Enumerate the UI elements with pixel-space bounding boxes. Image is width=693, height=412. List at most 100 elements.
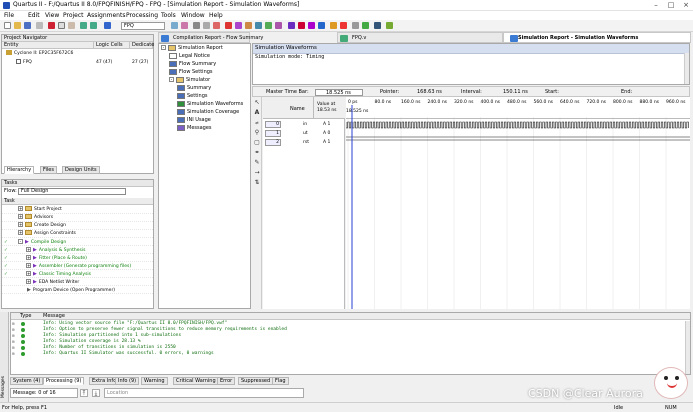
wave-in[interactable] bbox=[346, 121, 689, 129]
waveform-editing-tool-icon[interactable]: ⇄ bbox=[253, 119, 261, 127]
expand-icon[interactable]: + bbox=[18, 206, 23, 211]
analyze-icon[interactable] bbox=[265, 22, 272, 29]
timing-analysis-icon[interactable] bbox=[330, 22, 337, 29]
timing-icon[interactable] bbox=[245, 22, 252, 29]
ip-icon[interactable] bbox=[255, 22, 262, 29]
task-row[interactable]: ▶ Program Device (Open Programmer) bbox=[2, 286, 153, 294]
menu-tools[interactable]: Tools bbox=[161, 11, 176, 20]
report-tree-item[interactable]: - Simulation Report bbox=[159, 44, 250, 52]
new-file-icon[interactable] bbox=[4, 22, 11, 29]
start-analysis-icon[interactable] bbox=[308, 22, 315, 29]
project-icon[interactable] bbox=[171, 22, 178, 29]
replace-icon[interactable]: ✎ bbox=[253, 159, 261, 167]
message-tab[interactable]: Critical Warning bbox=[173, 377, 219, 385]
report-tree-item[interactable]: Settings bbox=[159, 92, 250, 100]
task-row[interactable]: ✓ + ▶ Classic Timing Analysis bbox=[2, 270, 153, 278]
compile-icon[interactable] bbox=[288, 22, 295, 29]
selection-tool-icon[interactable]: ↖ bbox=[253, 99, 261, 107]
previous-message-icon[interactable]: ⤒ bbox=[80, 389, 88, 397]
menu-edit[interactable]: Edit bbox=[28, 11, 40, 20]
collapse-icon[interactable]: - bbox=[18, 239, 23, 244]
expand-icon[interactable]: + bbox=[26, 279, 31, 284]
message-tab[interactable]: Flag bbox=[272, 377, 289, 385]
programmer-icon[interactable] bbox=[374, 22, 381, 29]
stop-process-icon[interactable] bbox=[298, 22, 305, 29]
copy-icon[interactable] bbox=[58, 22, 65, 29]
hierarchy-icon[interactable] bbox=[181, 22, 188, 29]
chip-planner-icon[interactable] bbox=[203, 22, 210, 29]
col-entity[interactable]: Entity bbox=[2, 42, 94, 49]
menu-help[interactable]: Help bbox=[209, 11, 223, 20]
save-icon[interactable] bbox=[24, 22, 31, 29]
task-row[interactable]: ✓ - ▶ Compile Design bbox=[2, 238, 153, 246]
sort-icon[interactable]: ⇅ bbox=[253, 179, 261, 187]
tab-design-units[interactable]: Design Units bbox=[62, 166, 100, 174]
task-row[interactable]: + Assign Constraints bbox=[2, 230, 153, 238]
expand-icon[interactable]: + bbox=[18, 222, 23, 227]
report-tree-item[interactable]: Flow Settings bbox=[159, 68, 250, 76]
zoom-tool-icon[interactable]: ⚲ bbox=[253, 129, 261, 137]
expand-icon[interactable]: + bbox=[18, 230, 23, 235]
stop-icon[interactable] bbox=[213, 22, 220, 29]
master-time-value[interactable]: 18.525 ns bbox=[315, 89, 363, 96]
assignment-editor-icon[interactable] bbox=[225, 22, 232, 29]
task-row[interactable]: + ▶ EDA Netlist Writer bbox=[2, 278, 153, 286]
cut-icon[interactable] bbox=[48, 22, 55, 29]
minimize-button[interactable]: – bbox=[649, 0, 663, 11]
task-row[interactable]: ✓ + ▶ Fitter (Place & Route) bbox=[2, 254, 153, 262]
signal-row[interactable]: 0 in A 1 bbox=[263, 121, 345, 130]
pin-planner-icon[interactable] bbox=[235, 22, 242, 29]
task-row[interactable]: + Start Project bbox=[2, 206, 153, 214]
waveform-canvas[interactable]: 0 ps 80.0 ns 160.0 ns 240.0 ns 320.0 ns 400.0… bbox=[346, 97, 690, 309]
expand-icon[interactable]: + bbox=[26, 271, 31, 276]
expand-icon[interactable]: + bbox=[26, 255, 31, 260]
task-row[interactable]: + Advisors bbox=[2, 214, 153, 222]
message-tab[interactable]: Suppressed bbox=[238, 377, 274, 385]
next-message-icon[interactable]: ⤓ bbox=[92, 389, 100, 397]
maximize-button[interactable]: □ bbox=[664, 0, 678, 11]
expand-icon[interactable]: + bbox=[18, 214, 23, 219]
messages-scrollbar[interactable] bbox=[685, 321, 690, 374]
open-file-icon[interactable] bbox=[14, 22, 21, 29]
floating-avatar-widget[interactable] bbox=[654, 367, 688, 399]
tree-row-device[interactable]: Cyclone II: EP2C35F672C6 bbox=[6, 50, 73, 58]
menu-view[interactable]: View bbox=[45, 11, 59, 20]
report-tree-item[interactable]: - Simulator bbox=[159, 76, 250, 84]
paste-icon[interactable] bbox=[68, 22, 75, 29]
message-tab[interactable]: Error bbox=[217, 377, 236, 385]
snap-icon[interactable]: → bbox=[253, 169, 261, 177]
report-tree-item[interactable]: Summary bbox=[159, 84, 250, 92]
tab-fpq-v[interactable]: FPQ.v bbox=[337, 32, 503, 43]
find-icon[interactable]: ⚭ bbox=[253, 149, 261, 157]
redo-icon[interactable] bbox=[90, 22, 97, 29]
help-icon[interactable] bbox=[104, 22, 111, 29]
signal-row[interactable]: 2 rst A 1 bbox=[263, 139, 345, 148]
waveform-display[interactable]: 0 ps 80.0 ns 160.0 ns 240.0 ns 320.0 ns 400.0… bbox=[346, 97, 690, 309]
fullscreen-icon[interactable]: ▢ bbox=[253, 139, 261, 147]
signal-row[interactable]: 1 ut A 0 bbox=[263, 130, 345, 139]
expand-icon[interactable]: ⊞ bbox=[12, 351, 14, 357]
tab-compilation-report[interactable]: Compilation Report - Flow Summary bbox=[158, 32, 263, 43]
report-tree-item[interactable]: Simulation Waveforms bbox=[159, 100, 250, 108]
report-tree-item[interactable]: Legal Notice bbox=[159, 52, 250, 60]
message-tab[interactable]: Processing (9) bbox=[43, 377, 85, 385]
location-field[interactable]: Location bbox=[104, 388, 304, 398]
compilation-report-icon[interactable] bbox=[352, 22, 359, 29]
simulate-icon[interactable] bbox=[340, 22, 347, 29]
menu-project[interactable]: Project bbox=[63, 11, 84, 20]
expand-icon[interactable]: + bbox=[26, 247, 31, 252]
expand-icon[interactable]: + bbox=[26, 263, 31, 268]
menu-window[interactable]: Window bbox=[181, 11, 205, 20]
menu-processing[interactable]: Processing bbox=[126, 11, 158, 20]
collapse-icon[interactable]: - bbox=[169, 77, 174, 82]
message-tab[interactable]: Warning bbox=[141, 377, 168, 385]
close-button[interactable]: × bbox=[679, 0, 693, 11]
collapse-icon[interactable]: - bbox=[161, 45, 166, 50]
entity-select[interactable]: FPQ bbox=[121, 22, 165, 30]
message-tab[interactable]: System (4) bbox=[10, 377, 44, 385]
tab-files[interactable]: Files bbox=[40, 166, 57, 174]
sim-info-scrollbar[interactable] bbox=[684, 53, 689, 84]
report-tree-item[interactable]: INI Usage bbox=[159, 116, 250, 124]
synth-icon[interactable] bbox=[275, 22, 282, 29]
text-tool-icon[interactable]: A bbox=[253, 109, 261, 117]
